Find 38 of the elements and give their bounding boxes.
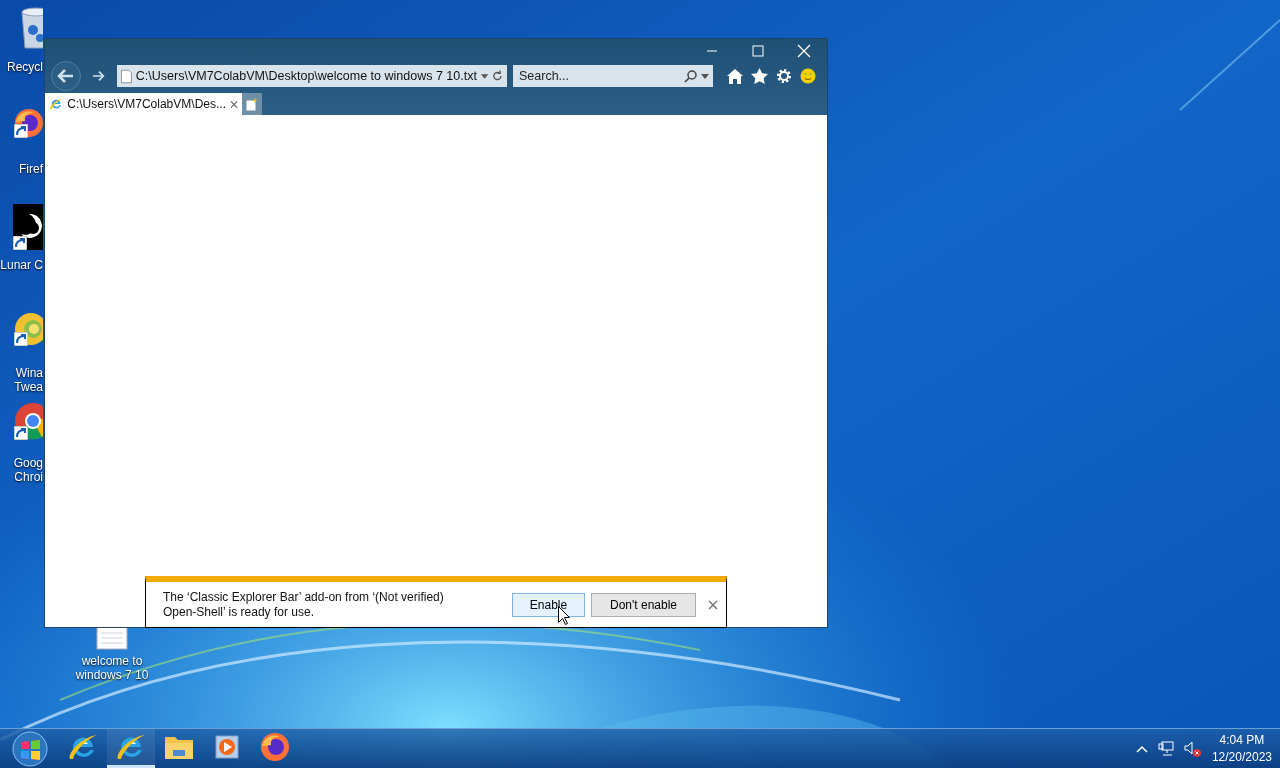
browser-tab[interactable]: C:\Users\VM7ColabVM\Des... — [45, 93, 242, 115]
address-bar[interactable]: C:\Users\VM7ColabVM\Desktop\welcome to windows 7 10.txt — [117, 65, 507, 87]
ie-icon[interactable] — [49, 96, 64, 112]
star-icon[interactable] — [751, 68, 768, 84]
clock-time[interactable]: 4:04 PM — [1219, 731, 1265, 749]
clock-date[interactable]: 12/20/2023 — [1211, 748, 1272, 766]
dropdown-icon[interactable] — [480, 73, 489, 79]
folder-icon[interactable] — [164, 734, 194, 760]
desktop-icon-label[interactable]: Firef — [19, 162, 43, 176]
dont-enable-button[interactable]: Don't enable — [591, 592, 696, 617]
chevron-up-icon[interactable] — [1135, 744, 1148, 753]
firefox-icon[interactable] — [260, 732, 290, 762]
search-field[interactable]: Search... — [513, 65, 713, 87]
muted-speaker-icon[interactable] — [1183, 740, 1202, 757]
smiley-icon[interactable] — [800, 68, 816, 84]
settings-icon[interactable] — [776, 68, 792, 84]
close-icon[interactable] — [708, 599, 718, 610]
start-button[interactable] — [11, 729, 49, 768]
text-file-icon[interactable] — [96, 626, 128, 650]
desktop-icon-label[interactable]: Recycl — [7, 60, 43, 74]
enable-button[interactable]: Enable — [512, 592, 585, 617]
desktop-icon-label[interactable]: Goog Chroi — [13, 456, 43, 484]
address-text: C:\Users\VM7ColabVM\Desktop\welcome to windows 7 10.txt — [135, 69, 477, 83]
refresh-icon[interactable] — [492, 70, 503, 82]
page-icon — [121, 68, 132, 84]
close-icon[interactable] — [230, 99, 238, 109]
back-button[interactable] — [51, 61, 81, 91]
network-icon[interactable] — [1157, 740, 1174, 757]
desktop-icon-label[interactable]: Lunar C — [0, 258, 43, 272]
media-player-icon[interactable] — [214, 734, 240, 760]
desktop-icon-label[interactable]: Wina Twea — [14, 366, 43, 394]
home-icon[interactable] — [727, 68, 743, 84]
notification-message: The ‘Classic Explorer Bar’ add-on from ‘(Not verified) Open-Shell’ is ready for use. — [163, 589, 445, 620]
dropdown-icon[interactable] — [701, 73, 709, 79]
recycle-bin-icon[interactable] — [18, 6, 43, 50]
desktop-icon-label[interactable]: welcome to windows 7 10 — [72, 654, 152, 682]
search-input[interactable]: Search... — [517, 68, 680, 84]
search-icon[interactable] — [684, 69, 697, 83]
